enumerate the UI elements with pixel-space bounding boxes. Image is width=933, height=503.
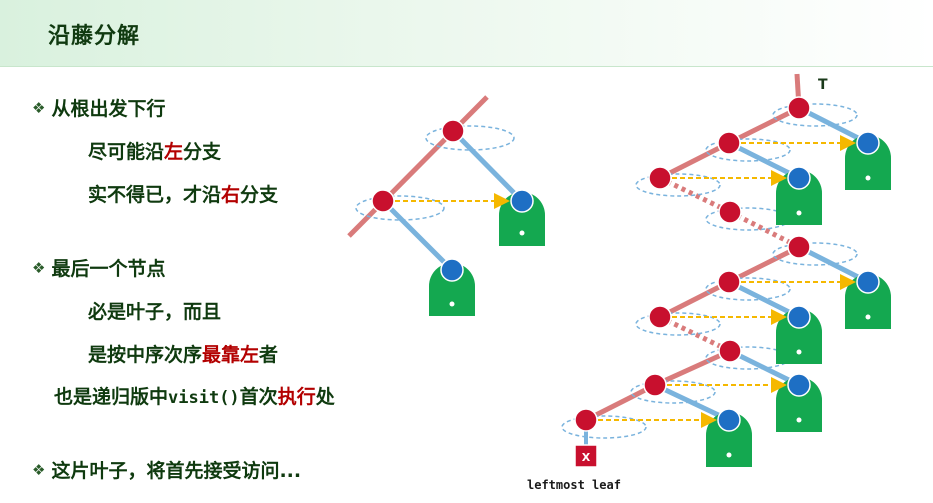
right-branch — [451, 129, 524, 203]
large-diagram: X — [561, 73, 891, 468]
right-branch — [381, 199, 454, 272]
root-label: T — [818, 77, 828, 93]
blue-node — [510, 189, 534, 213]
x-label: X — [582, 451, 591, 464]
blue-node — [440, 258, 464, 282]
traversal-diagrams: X — [347, 73, 891, 468]
leftmost-leaf-caption: leftmost leaf — [527, 478, 621, 492]
small-diagram — [347, 95, 545, 316]
red-node — [371, 189, 395, 213]
left-branch — [347, 95, 489, 238]
red-node — [441, 119, 465, 143]
